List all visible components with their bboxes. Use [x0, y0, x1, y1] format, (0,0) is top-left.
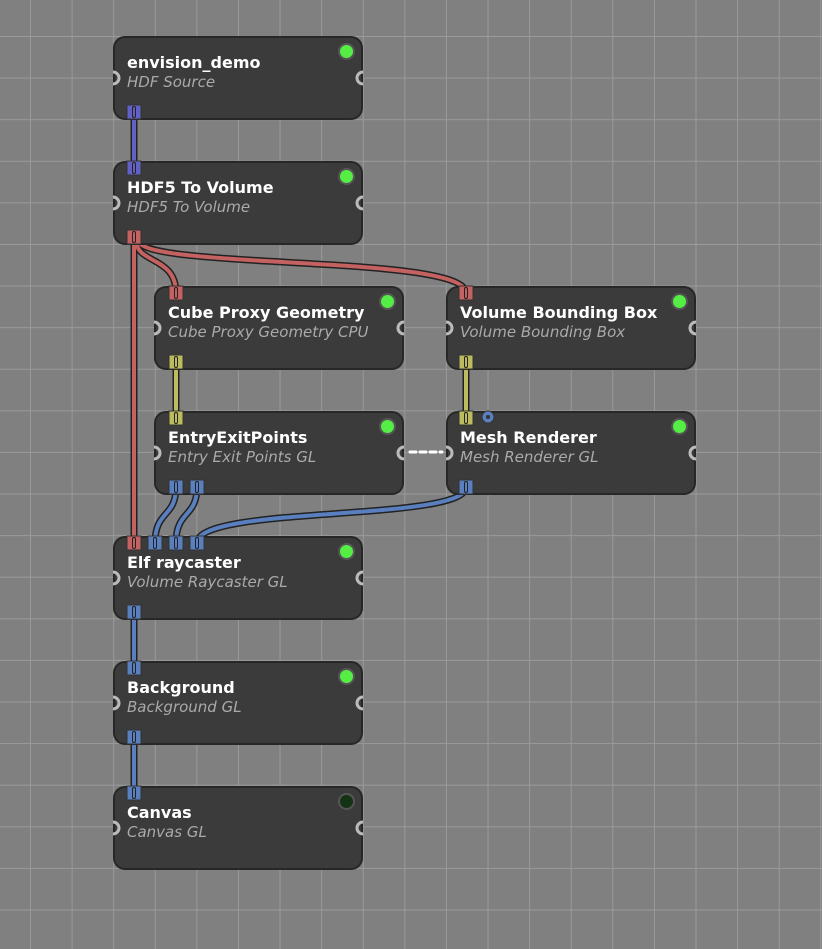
- ports-layer: [112, 70, 697, 836]
- link-port-out[interactable]: [355, 695, 364, 711]
- link-port-out[interactable]: [688, 320, 697, 336]
- link-port-out[interactable]: [355, 570, 364, 586]
- link-port-in[interactable]: [112, 820, 121, 836]
- link-port-in[interactable]: [112, 570, 121, 586]
- link-port-out[interactable]: [688, 445, 697, 461]
- link-port-in[interactable]: [112, 195, 121, 211]
- link-port-in[interactable]: [153, 445, 162, 461]
- link-port-out[interactable]: [396, 445, 405, 461]
- link-port-in[interactable]: [112, 70, 121, 86]
- link-port-in[interactable]: [445, 320, 454, 336]
- link-port-in[interactable]: [445, 445, 454, 461]
- link-port-in[interactable]: [153, 320, 162, 336]
- link-port-out[interactable]: [355, 195, 364, 211]
- link-port-in[interactable]: [112, 695, 121, 711]
- link-port-out[interactable]: [396, 320, 405, 336]
- link-port-out[interactable]: [355, 70, 364, 86]
- link-port-out[interactable]: [355, 820, 364, 836]
